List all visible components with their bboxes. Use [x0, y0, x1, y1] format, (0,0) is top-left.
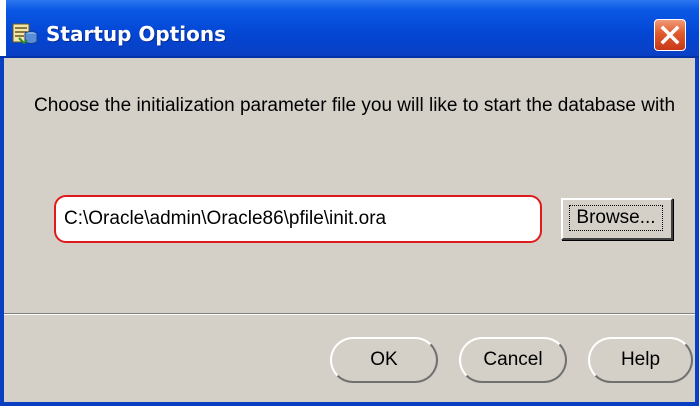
window-title: Startup Options [46, 22, 227, 46]
cancel-button[interactable]: Cancel [459, 337, 567, 383]
parameter-file-input[interactable] [62, 202, 532, 236]
divider [4, 313, 695, 315]
browse-button[interactable]: Browse... [561, 198, 673, 240]
database-icon [12, 21, 38, 45]
startup-options-dialog: Startup Options Choose the initializatio… [0, 0, 699, 406]
browse-button-label: Browse... [569, 205, 663, 231]
instruction-text: Choose the initialization parameter file… [34, 95, 676, 116]
title-bar-edge [0, 0, 6, 56]
close-icon [660, 25, 680, 45]
close-button[interactable] [654, 19, 686, 51]
parameter-file-highlight [54, 195, 542, 243]
ok-button[interactable]: OK [330, 337, 438, 383]
title-bar[interactable]: Startup Options [0, 0, 699, 58]
help-button[interactable]: Help [588, 337, 693, 383]
